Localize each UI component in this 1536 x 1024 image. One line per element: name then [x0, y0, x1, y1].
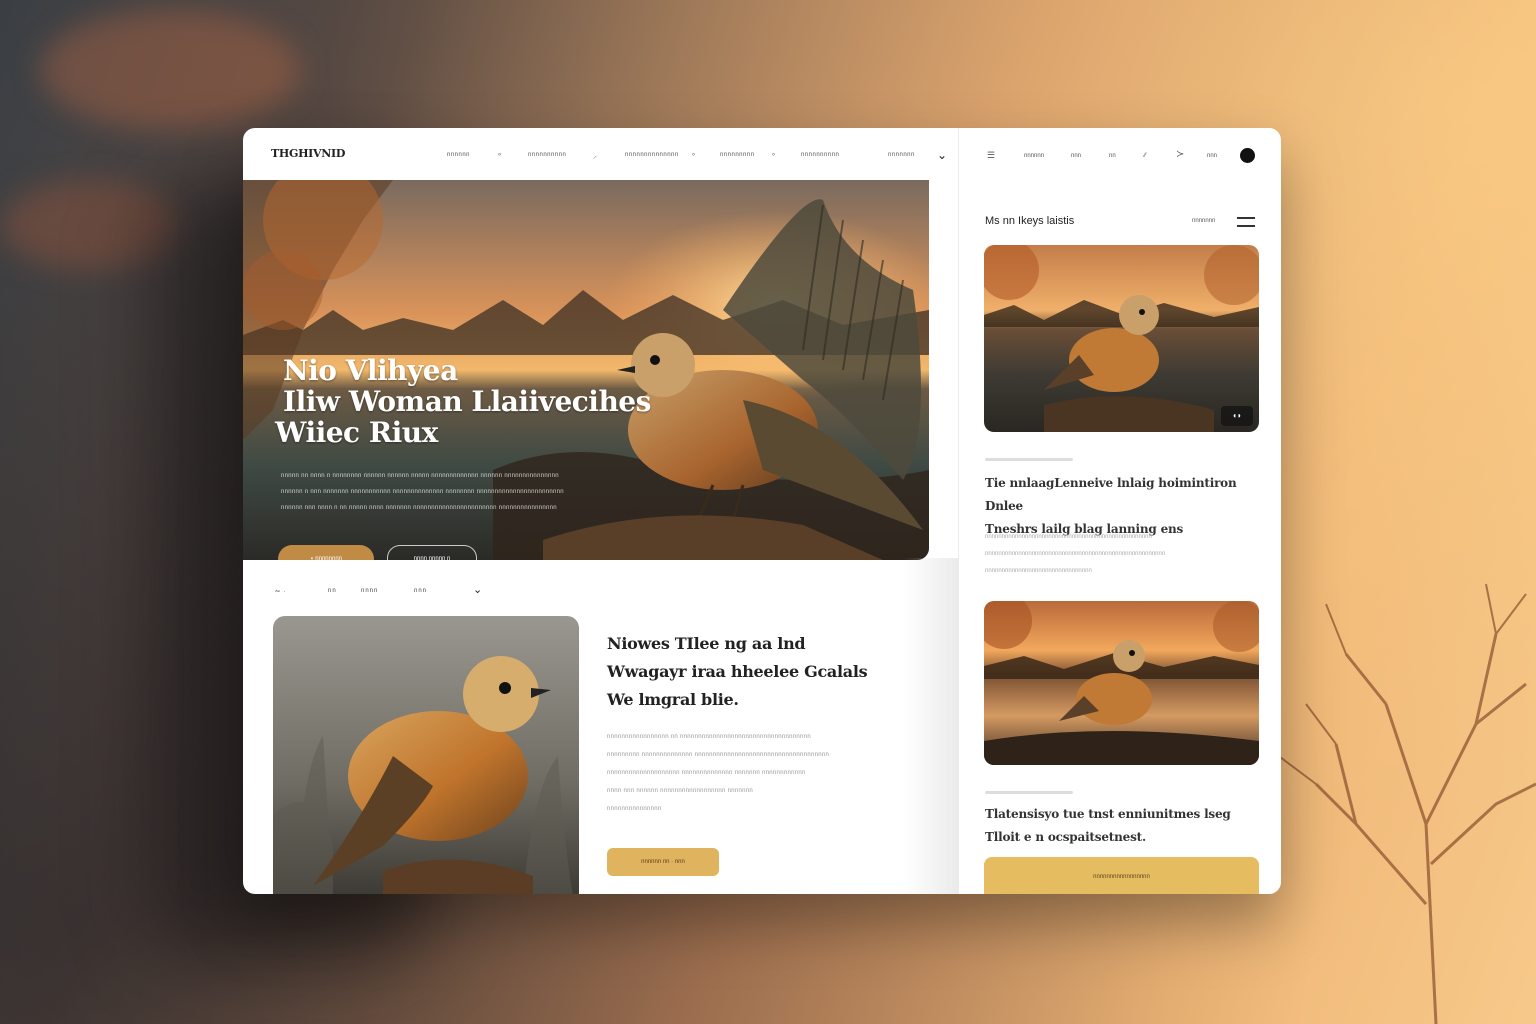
post-body-line: nnnnnnnnnnnnnnnnnnnnnnnnnnnnnnnn: [985, 568, 1092, 574]
feature-button[interactable]: nnnnnn nn · nnn: [607, 848, 719, 876]
sidebar-nav-item[interactable]: nnn: [1071, 153, 1081, 159]
post-title[interactable]: Tlatensisyo tue tnst enniunitmes lseg Tl…: [985, 803, 1260, 849]
nav-item-3[interactable]: nnnnnnnnnnnnnn: [625, 152, 679, 158]
nav-item-5[interactable]: nnnnnnnnnn: [801, 152, 839, 158]
main-column: THGHIVNID nnnnnn ∘ nnnnnnnnnn ⸝ nnnnnnnn…: [243, 128, 958, 894]
feature-title-line: We lmgral blie.: [607, 690, 739, 709]
sidebar-nav-item[interactable]: nnnnnn: [1024, 153, 1044, 159]
nav-separator: ∘: [691, 150, 697, 159]
post-body-line: nnnnnnnnnnnnnnnnnnnnnnnnnnnnnnnnnnnnnnnn…: [985, 551, 1166, 557]
filter-item[interactable]: nn: [328, 588, 337, 594]
sidebar-more-link[interactable]: nnnnnnn: [1192, 218, 1215, 224]
site-logo[interactable]: THGHIVNID: [271, 147, 345, 160]
post-title-line: Tlloit e n ocspaitsetnest.: [985, 830, 1146, 844]
filter-item[interactable]: ∾ ·: [275, 588, 287, 595]
sidebar-nav-item[interactable]: nnn: [1207, 153, 1217, 159]
circle-icon[interactable]: [1240, 148, 1255, 163]
nav-item-2[interactable]: nnnnnnnnnn: [528, 152, 566, 158]
nav-item-4[interactable]: nnnnnnnnn: [720, 152, 755, 158]
nav-separator: ⸝: [593, 151, 597, 160]
post-rule: [985, 791, 1073, 794]
nav-separator: ∘: [771, 150, 777, 159]
chevron-down-icon[interactable]: ⌄: [473, 583, 482, 596]
feature-title-line: Niowes TIlee ng aa lnd: [607, 634, 806, 653]
nav-separator: ∘: [497, 150, 503, 159]
feature-title: Niowes TIlee ng aa lnd Wwagayr iraa hhee…: [607, 630, 907, 714]
feature-body-line: nnnnnnnnnnnnnnnnnnnn nnnnnnnnnnnnnn nnnn…: [607, 770, 806, 776]
nav-item-6[interactable]: nnnnnnn: [888, 152, 915, 158]
feature-title-line: Wwagayr iraa hheelee Gcalals: [607, 662, 868, 681]
post-title-line: Tlatensisyo tue tnst enniunitmes lseg: [985, 807, 1231, 821]
post-title-line: Tie nnlaagLenneive lnlaig hoimintiron Dn…: [985, 476, 1237, 513]
post-body-line: nnnnnnnnnnnnnnnnnnnnnnnnnnnnnnnnnnnnnnnn…: [985, 534, 1152, 540]
hero-body-line: nnnnnn nnn nnnn n nn nnnnn nnnn nnnnnnn …: [281, 505, 557, 511]
feature-body: nnnnnnnnnnnnnnnnn nn nnnnnnnnnnnnnnnnnnn…: [607, 728, 882, 818]
feature-body-line: nnnnnnnnnnnnnnn: [607, 806, 662, 812]
feature-body-line: nnnnnnnnnnnnnnnnn nn nnnnnnnnnnnnnnnnnnn…: [607, 734, 811, 740]
sidebar-heading: Ms nn Ikeys laistis: [985, 215, 1075, 227]
menu-icon[interactable]: ☰: [987, 150, 995, 161]
hamburger-icon[interactable]: [1237, 217, 1255, 227]
hero-body-line: nnnnn nn nnnn n nnnnnnnn nnnnnn nnnnnn n…: [281, 473, 559, 479]
hero-title-line: Nio Vlihyea: [283, 354, 458, 387]
post-image[interactable]: ◖◗: [984, 245, 1259, 432]
hero-body: nnnnn nn nnnn n nnnnnnnn nnnnnn nnnnnn n…: [281, 468, 636, 516]
sidebar: ☰ nnnnnn nnn nn ⁄⁄ ≻ nnn Ms nn Ikeys lai…: [958, 128, 1281, 894]
nav-item-1[interactable]: nnnnnn: [447, 152, 470, 158]
post-body: nnnnnnnnnnnnnnnnnnnnnnnnnnnnnnnnnnnnnnnn…: [985, 529, 1230, 580]
hero-title-line: Wiiec Riux: [275, 416, 438, 449]
hero-title-line: Iliw Woman Llaiivecihes: [283, 385, 651, 418]
hero-body-line: nnnnnn n nnn nnnnnnn nnnnnnnnnnn nnnnnnn…: [281, 489, 564, 495]
filter-item[interactable]: nnnn: [361, 588, 378, 594]
post-image[interactable]: [984, 601, 1259, 765]
arrow-icon[interactable]: ≻: [1176, 149, 1184, 160]
hero-title: Nio Vlihyea Iliw Woman Llaiivecihes Wiie…: [275, 354, 651, 448]
hero-banner: Nio Vlihyea Iliw Woman Llaiivecihes Wiie…: [243, 180, 929, 560]
browser-window: THGHIVNID nnnnnn ∘ nnnnnnnnnn ⸝ nnnnnnnn…: [243, 128, 1281, 894]
hero-primary-button[interactable]: ◖ nnnnnnnn: [278, 545, 374, 560]
filter-item[interactable]: nnn: [414, 588, 427, 594]
feature-body-line: nnnnnnnnn nnnnnnnnnnnnnn nnnnnnnnnnnnnnn…: [607, 752, 830, 758]
sidebar-nav-item[interactable]: nn: [1109, 153, 1116, 159]
background-cloud: [40, 10, 300, 130]
sidebar-cta-button[interactable]: nnnnnnnnnnnnnnnnn: [984, 857, 1259, 894]
chevron-down-icon[interactable]: ⌄: [937, 148, 947, 162]
feature-bird-image: [273, 616, 579, 894]
hero-secondary-button[interactable]: nnnn nnnnn n: [387, 545, 477, 560]
sidebar-nav-item[interactable]: ⁄⁄: [1144, 153, 1146, 159]
column-divider: [903, 558, 958, 894]
video-badge[interactable]: ◖◗: [1221, 406, 1253, 426]
post-rule: [985, 458, 1073, 461]
feature-body-line: nnnn nnn nnnnnn nnnnnnnnnnnnnnnnnn nnnnn…: [607, 788, 754, 794]
background-tree-image: [1275, 583, 1536, 1024]
